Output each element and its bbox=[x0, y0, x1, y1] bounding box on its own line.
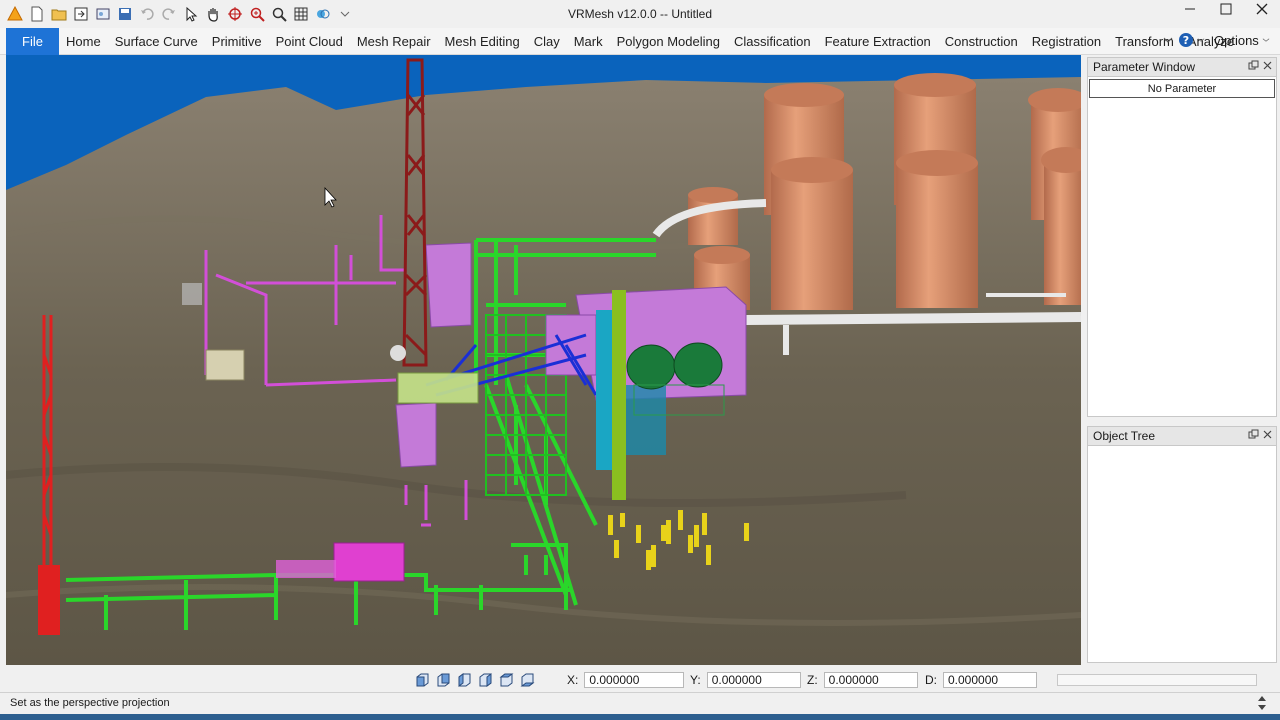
right-view-icon[interactable] bbox=[477, 672, 493, 688]
grey-skid bbox=[205, 349, 245, 381]
object-tree-panel: Object Tree bbox=[1087, 426, 1277, 663]
maximize-button[interactable] bbox=[1208, 0, 1244, 18]
open-folder-icon[interactable] bbox=[50, 3, 68, 25]
x-label: X: bbox=[567, 673, 579, 687]
tab-construction[interactable]: Construction bbox=[938, 28, 1025, 55]
tab-classification[interactable]: Classification bbox=[727, 28, 818, 55]
tab-point-cloud[interactable]: Point Cloud bbox=[269, 28, 350, 55]
d-field[interactable]: 0.000000 bbox=[943, 672, 1037, 688]
customize-dropdown-icon[interactable] bbox=[336, 3, 354, 25]
app-logo-icon[interactable] bbox=[6, 3, 24, 25]
z-field[interactable]: 0.000000 bbox=[823, 672, 918, 688]
progress-bar bbox=[1057, 674, 1257, 686]
status-message: Set as the perspective projection bbox=[10, 697, 170, 709]
olive-column bbox=[612, 290, 626, 500]
scene-render bbox=[6, 58, 1081, 665]
front-view-icon[interactable] bbox=[414, 672, 430, 688]
d-label: D: bbox=[925, 673, 937, 687]
z-coordinate: Z: 0.000000 bbox=[807, 672, 918, 688]
x-coordinate: X: 0.000000 bbox=[567, 672, 685, 688]
tab-mark[interactable]: Mark bbox=[567, 28, 610, 55]
status-scroll-icon[interactable] bbox=[1256, 693, 1268, 713]
z-label: Z: bbox=[807, 673, 818, 687]
tab-home[interactable]: Home bbox=[59, 28, 108, 55]
file-tab[interactable]: File bbox=[6, 28, 59, 55]
coordinate-bar: X: 0.000000 Y: 0.000000 Z: 0.000000 D: 0… bbox=[0, 667, 1280, 691]
top-view-icon[interactable] bbox=[498, 672, 514, 688]
parameter-window-title: Parameter Window bbox=[1093, 60, 1196, 74]
back-view-icon[interactable] bbox=[435, 672, 451, 688]
ribbon-tabs: Home Surface Curve Primitive Point Cloud… bbox=[59, 28, 1241, 55]
tab-clay[interactable]: Clay bbox=[527, 28, 567, 55]
left-view-icon[interactable] bbox=[456, 672, 472, 688]
parameter-window: Parameter Window No Parameter bbox=[1087, 57, 1277, 417]
bottom-view-icon[interactable] bbox=[519, 672, 535, 688]
redo-icon[interactable] bbox=[160, 3, 178, 25]
new-file-icon[interactable] bbox=[28, 3, 46, 25]
y-field[interactable]: 0.000000 bbox=[706, 672, 801, 688]
tab-registration[interactable]: Registration bbox=[1025, 28, 1108, 55]
select-pointer-icon[interactable] bbox=[182, 3, 200, 25]
standard-view-buttons bbox=[414, 672, 535, 688]
tab-primitive[interactable]: Primitive bbox=[205, 28, 269, 55]
tab-feature-extraction[interactable]: Feature Extraction bbox=[818, 28, 938, 55]
undo-icon[interactable] bbox=[138, 3, 156, 25]
light-green-structure bbox=[397, 372, 479, 404]
object-tree-header: Object Tree bbox=[1088, 427, 1276, 446]
options-dropdown-icon[interactable] bbox=[1261, 32, 1271, 48]
d-coordinate: D: 0.000000 bbox=[925, 672, 1037, 688]
import-icon[interactable] bbox=[72, 3, 90, 25]
render-mode-icon[interactable] bbox=[314, 3, 332, 25]
3d-viewport[interactable] bbox=[6, 55, 1081, 665]
x-field[interactable]: 0.000000 bbox=[584, 672, 685, 688]
tab-polygon-modeling[interactable]: Polygon Modeling bbox=[610, 28, 727, 55]
magenta-equipment bbox=[333, 542, 405, 582]
rotate-view-icon[interactable] bbox=[226, 3, 244, 25]
tab-surface-curve[interactable]: Surface Curve bbox=[108, 28, 205, 55]
ribbon-tab-bar: File Home Surface Curve Primitive Point … bbox=[0, 28, 1280, 55]
close-panel-icon[interactable] bbox=[1262, 429, 1273, 440]
quick-access-toolbar bbox=[6, 3, 354, 25]
pan-hand-icon[interactable] bbox=[204, 3, 222, 25]
help-options-area: ? Options bbox=[1160, 32, 1271, 48]
export-icon[interactable] bbox=[94, 3, 112, 25]
no-parameter-label: No Parameter bbox=[1089, 79, 1275, 98]
tab-mesh-editing[interactable]: Mesh Editing bbox=[438, 28, 527, 55]
y-label: Y: bbox=[690, 673, 701, 687]
object-tree-title: Object Tree bbox=[1093, 429, 1156, 443]
title-bar: VRMesh v12.0.0 -- Untitled bbox=[0, 0, 1280, 28]
minimize-button[interactable] bbox=[1172, 0, 1208, 18]
float-panel-icon[interactable] bbox=[1248, 60, 1259, 71]
options-menu[interactable]: Options bbox=[1214, 33, 1259, 48]
help-icon[interactable]: ? bbox=[1178, 32, 1194, 48]
tab-mesh-repair[interactable]: Mesh Repair bbox=[350, 28, 438, 55]
help-dropdown-icon[interactable] bbox=[1196, 32, 1206, 48]
close-button[interactable] bbox=[1244, 0, 1280, 18]
zoom-icon[interactable] bbox=[270, 3, 288, 25]
zoom-window-icon[interactable] bbox=[248, 3, 266, 25]
y-coordinate: Y: 0.000000 bbox=[690, 672, 801, 688]
float-panel-icon[interactable] bbox=[1248, 429, 1259, 440]
window-controls bbox=[1172, 0, 1280, 18]
status-bar: Set as the perspective projection bbox=[0, 692, 1280, 714]
svg-text:?: ? bbox=[1183, 34, 1189, 47]
grid-icon[interactable] bbox=[292, 3, 310, 25]
expand-ribbon-icon[interactable] bbox=[1160, 32, 1176, 48]
parameter-window-header: Parameter Window bbox=[1088, 58, 1276, 77]
close-panel-icon[interactable] bbox=[1262, 60, 1273, 71]
taskbar-edge bbox=[0, 714, 1280, 720]
save-icon[interactable] bbox=[116, 3, 134, 25]
